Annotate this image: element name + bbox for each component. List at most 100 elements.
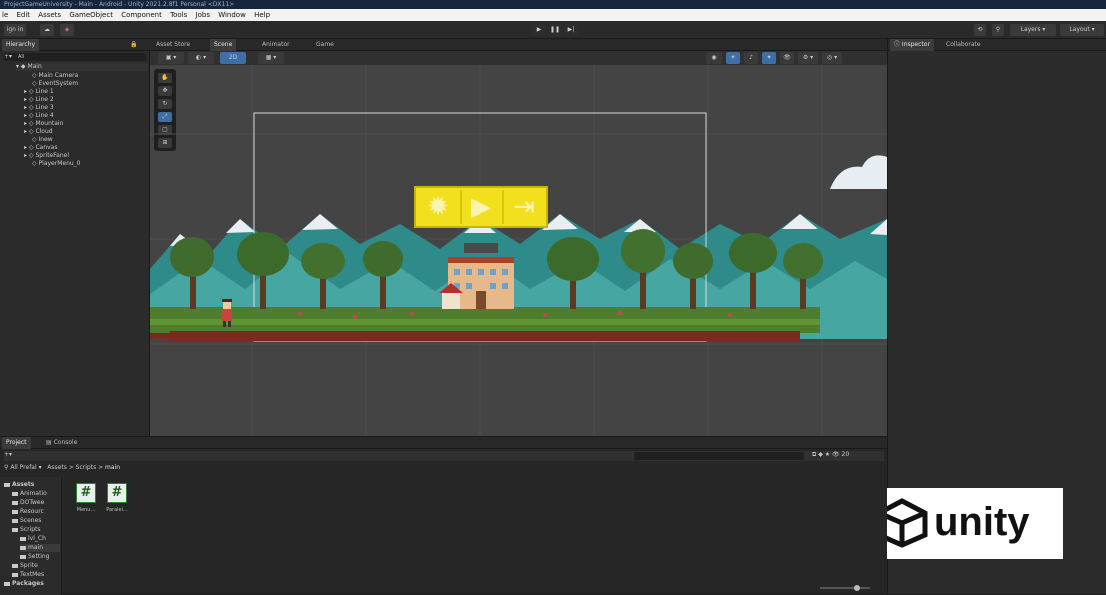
layout-label: Layout (1069, 26, 1090, 33)
window-title: ProjectGameUniversity - Main - Android -… (0, 0, 1106, 9)
hierarchy-item[interactable]: ◇ EventSystem (32, 80, 78, 88)
filter-label[interactable]: All Prefal (10, 464, 36, 471)
tab-inspector[interactable]: ⓘ Inspector (890, 39, 934, 51)
hierarchy-item[interactable]: ▸ ◇ Line 3 (24, 104, 54, 112)
item-count: 20 (841, 451, 850, 458)
hierarchy-root-main[interactable]: ▾ ◆ Main (16, 63, 148, 71)
menu-help[interactable]: Help (254, 11, 270, 19)
settings-icon[interactable]: ✹ (418, 190, 458, 224)
hierarchy-item[interactable]: ▸ ◇ SpriteFanel (24, 152, 69, 160)
folder-item[interactable]: Animatio (12, 490, 47, 498)
pause-button[interactable]: ❚❚ (548, 24, 562, 36)
folder-item[interactable]: DOTwee (12, 499, 44, 507)
hierarchy-item[interactable]: ▸ ◇ Line 4 (24, 112, 54, 120)
hierarchy-item[interactable]: ▸ ◇ Line 1 (24, 88, 54, 96)
play-button[interactable]: ▶ (532, 24, 546, 36)
breadcrumb-scripts[interactable]: Scripts (76, 464, 97, 471)
asset-label: Paralel... (106, 507, 128, 513)
hierarchy-item-label: Line 1 (35, 88, 54, 95)
project-search-input[interactable] (634, 452, 804, 460)
hierarchy-item[interactable]: ▸ ◇ Line 2 (24, 96, 54, 104)
menu-assets[interactable]: Assets (38, 11, 61, 19)
zoom-slider-handle[interactable] (854, 585, 860, 591)
script-file-icon[interactable]: # (76, 483, 96, 503)
folder-label: main (28, 544, 43, 551)
breadcrumb-main[interactable]: main (105, 464, 120, 471)
folder-icon (4, 581, 10, 586)
folder-item[interactable]: Scripts (12, 526, 41, 534)
menu-file[interactable]: le (2, 11, 8, 19)
hierarchy-item[interactable]: ▸ ◇ Canvas (24, 144, 57, 152)
menu-component[interactable]: Component (121, 11, 162, 19)
layout-dropdown[interactable]: Layout ▾ (1060, 24, 1104, 36)
scene-view[interactable]: Asset Store Scene Animator Game ▣ ▾ ◐ ▾ … (150, 39, 887, 436)
folder-item[interactable]: Setting (20, 553, 49, 561)
layers-dropdown[interactable]: Layers ▾ (1010, 24, 1056, 36)
cloud-icon[interactable]: ☁ (40, 24, 54, 36)
folder-icon (20, 554, 26, 559)
history-icon[interactable]: ⟲ (974, 24, 986, 36)
zoom-slider[interactable] (820, 585, 870, 591)
hierarchy-item-label: Line 2 (35, 96, 54, 103)
folder-tree: Assets Animatio DOTwee Resourc Scenes Sc… (0, 477, 62, 595)
unity-logo: unity (868, 488, 1063, 559)
project-tabstrip: Project ▤ Console (0, 437, 887, 449)
tab-project[interactable]: Project (2, 437, 31, 449)
folder-label: Assets (12, 481, 35, 488)
search-icon[interactable]: ⚲ (992, 24, 1004, 36)
hierarchy-item[interactable]: ◇ PlayerMenu_0 (32, 160, 81, 168)
tab-console-label: Console (53, 439, 78, 446)
tab-hierarchy[interactable]: Hierarchy (2, 39, 40, 51)
play-icon[interactable]: ▶ (460, 190, 500, 224)
folder-item[interactable]: lvl_Ch (20, 535, 46, 543)
folder-item[interactable]: Resourc (12, 508, 44, 516)
script-file-icon[interactable]: # (107, 483, 127, 503)
hierarchy-item-label: SpriteFanel (35, 152, 69, 159)
hierarchy-search-value: All (18, 54, 25, 60)
lock-icon[interactable]: 🔒 (126, 39, 141, 51)
inspector-tabstrip: ⓘ Inspector Collaborate (888, 39, 1106, 51)
tab-collaborate[interactable]: Collaborate (942, 39, 985, 51)
hierarchy-item[interactable]: ◇ Inew (32, 136, 53, 144)
hierarchy-item[interactable]: ▸ ◇ Cloud (24, 128, 53, 136)
cloud-sprite (830, 155, 887, 189)
menu-edit[interactable]: Edit (17, 11, 31, 19)
folder-item[interactable]: Sprite (12, 562, 38, 570)
tab-console[interactable]: ▤ Console (42, 437, 81, 449)
exit-icon[interactable]: ⇥ (502, 190, 544, 224)
hierarchy-item[interactable]: ◇ Main Camera (32, 72, 78, 80)
game-menu-panel[interactable]: ✹ ▶ ⇥ (414, 186, 548, 228)
step-button[interactable]: ▶| (564, 24, 578, 36)
folder-icon (20, 545, 26, 550)
folder-icon (20, 536, 26, 541)
hierarchy-root-label: Main (27, 63, 42, 70)
folder-item[interactable]: Scenes (12, 517, 41, 525)
collab-icon[interactable]: ◈ (60, 24, 74, 36)
menu-gameobject[interactable]: GameObject (69, 11, 113, 19)
menu-tools[interactable]: Tools (170, 11, 187, 19)
folder-icon (12, 572, 18, 577)
folder-item[interactable]: TextMes (12, 571, 44, 579)
menu-jobs[interactable]: Jobs (196, 11, 210, 19)
breadcrumb-assets[interactable]: Assets (47, 464, 67, 471)
folder-label: Packages (12, 580, 44, 587)
add-icon[interactable]: +▾ (4, 53, 12, 60)
hierarchy-search-input[interactable]: All (4, 53, 146, 61)
folder-item[interactable]: Assets (4, 481, 34, 489)
menu-window[interactable]: Window (218, 11, 246, 19)
folder-item[interactable]: Packages (4, 580, 44, 588)
layers-label: Layers (1020, 26, 1041, 33)
add-icon[interactable]: +▾ (4, 451, 12, 458)
main-toolbar: ign in ☁ ◈ ▶ ❚❚ ▶| ⟲ ⚲ Layers ▾ Layout ▾ (0, 21, 1106, 39)
hierarchy-item-label: EventSystem (38, 80, 79, 87)
hierarchy-item[interactable]: ▸ ◇ Mountain (24, 120, 63, 128)
hierarchy-item-label: Canvas (35, 144, 58, 151)
account-button[interactable]: ign in (4, 24, 26, 36)
hierarchy-item-label: Cloud (35, 128, 53, 135)
folder-label: Scripts (20, 526, 41, 533)
hierarchy-item-label: PlayerMenu_0 (38, 160, 81, 167)
folder-label: Scenes (20, 517, 42, 524)
filter-icons[interactable]: ⧉ ◆ ★ 👁 20 (812, 451, 849, 459)
folder-label: Setting (28, 553, 50, 560)
folder-item[interactable]: main (20, 544, 60, 552)
